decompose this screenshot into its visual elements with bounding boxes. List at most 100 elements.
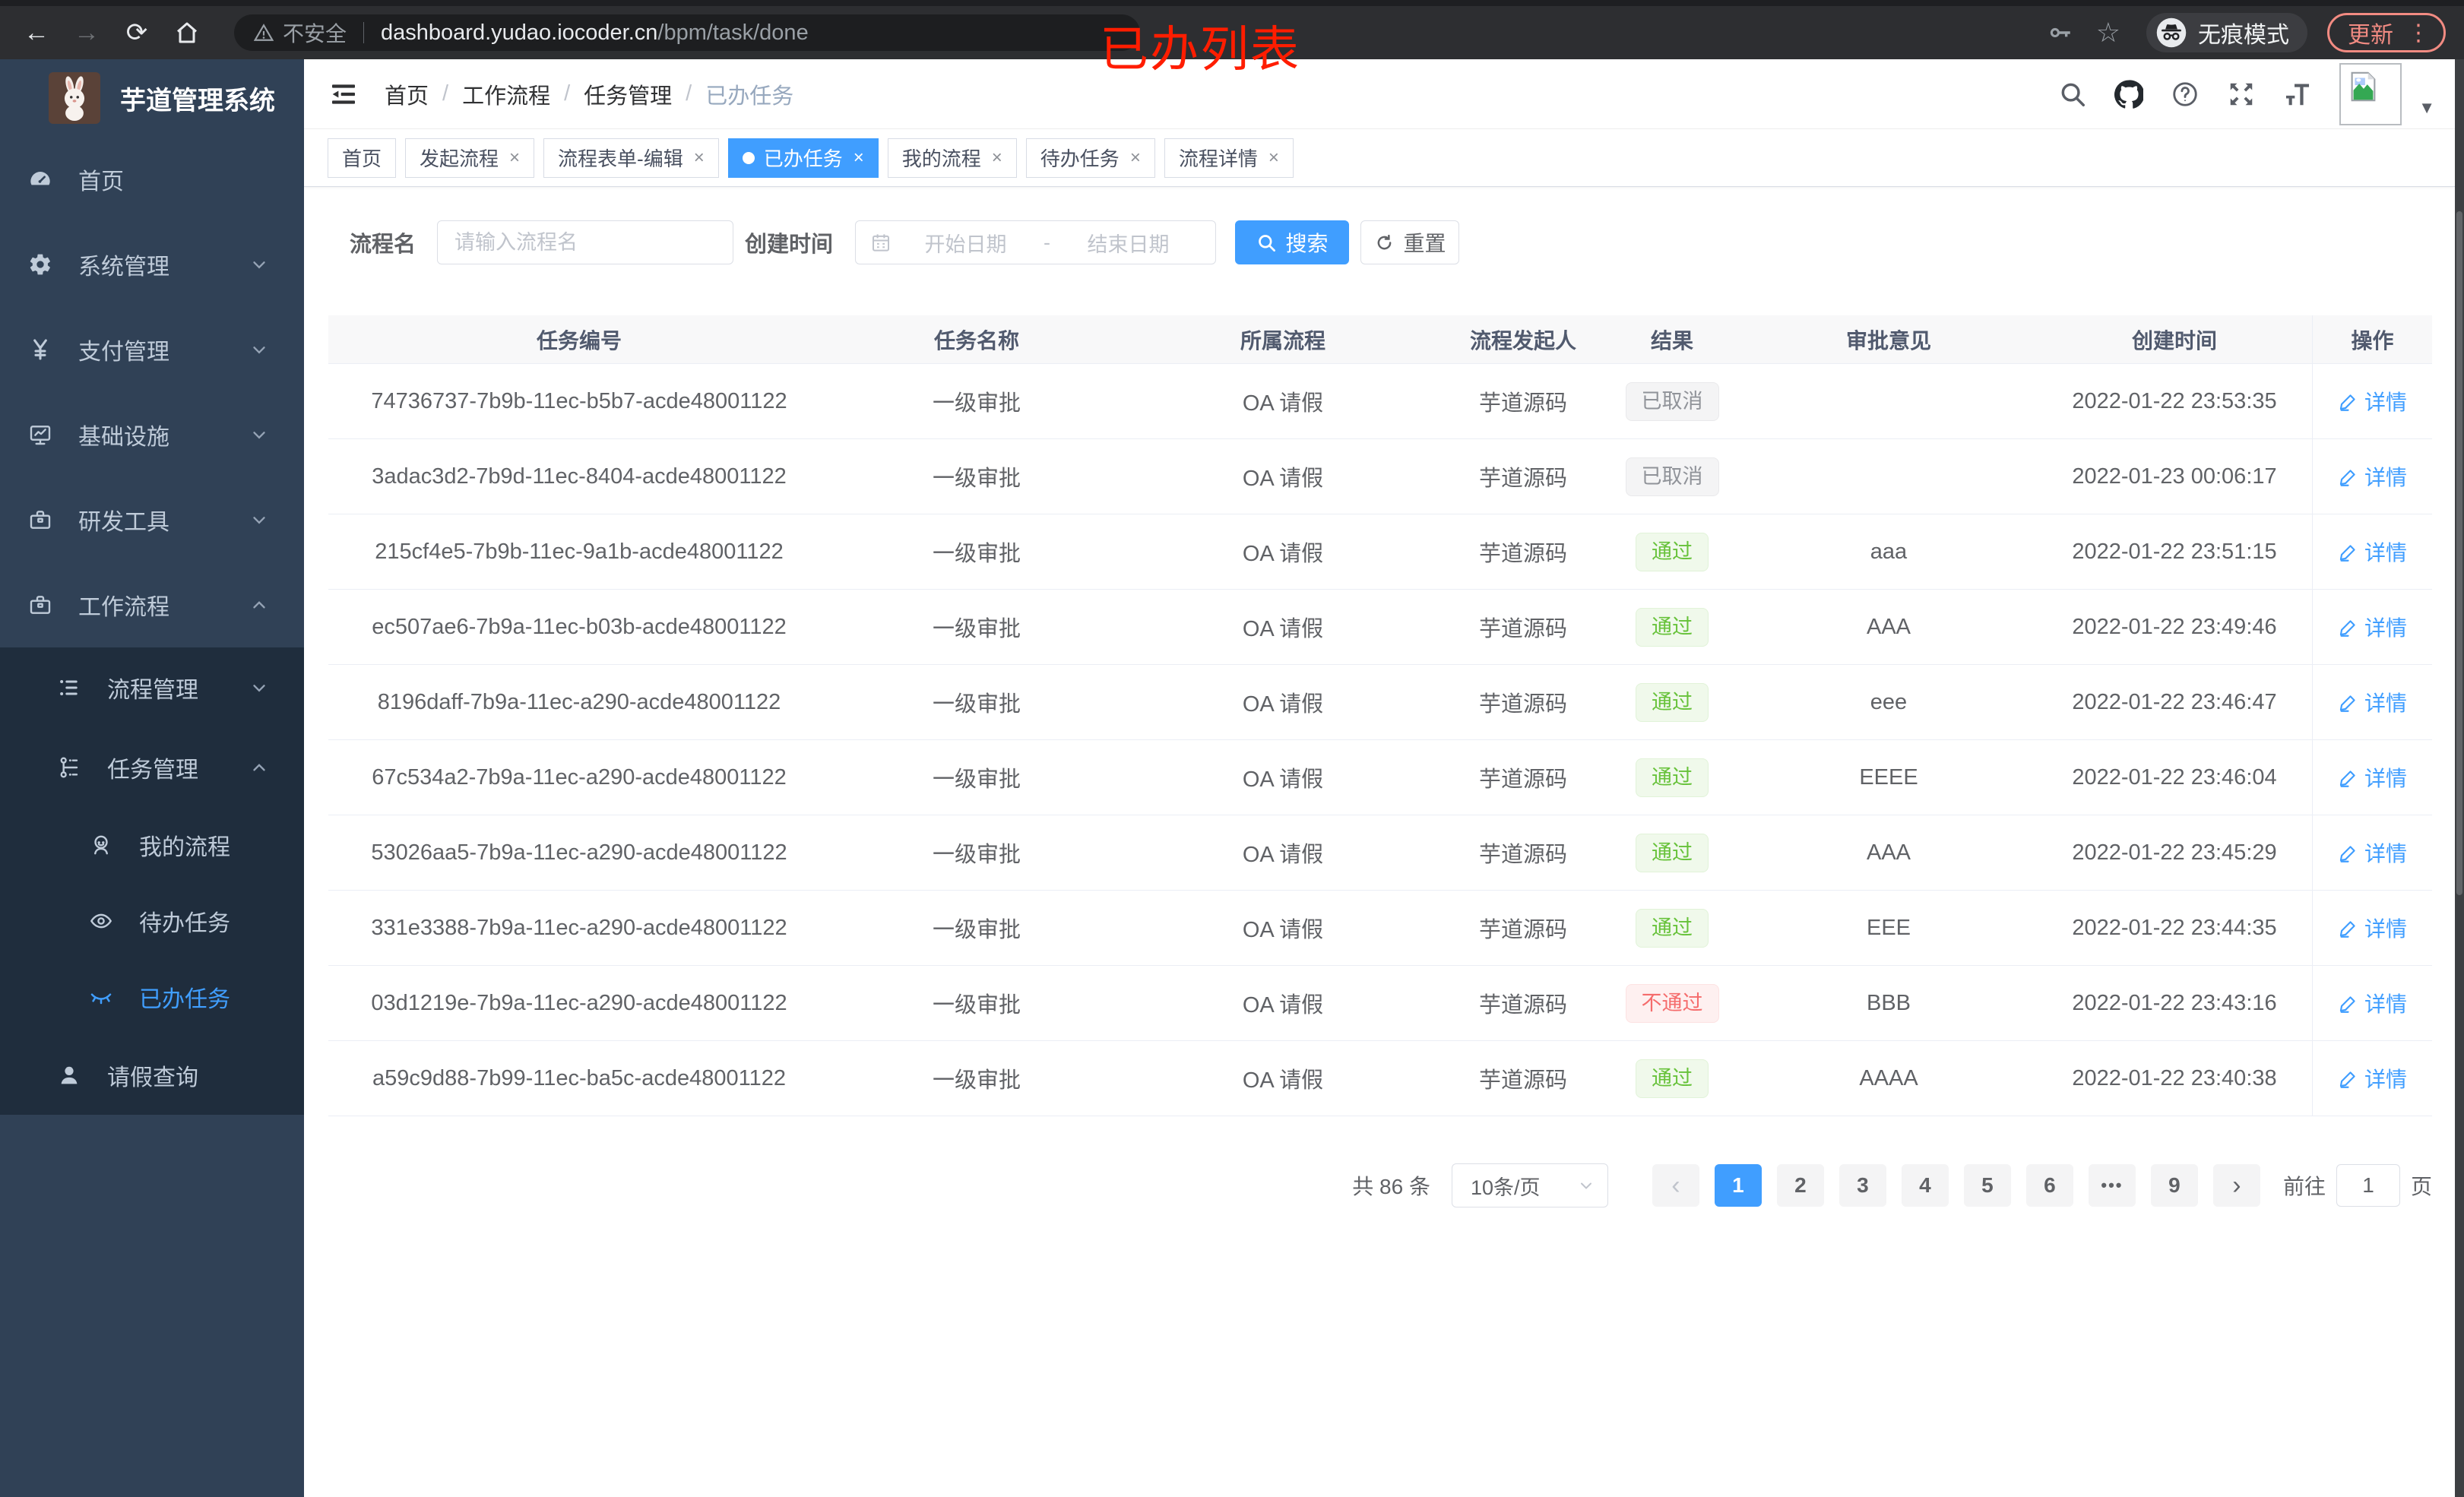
tab-start-process[interactable]: 发起流程 ×	[405, 138, 535, 178]
tab-close-icon[interactable]: ×	[992, 147, 1002, 169]
avatar[interactable]	[2339, 62, 2402, 125]
tab-todo-tasks[interactable]: 待办任务 ×	[1025, 138, 1155, 178]
help-icon[interactable]	[2171, 80, 2200, 109]
tab-close-icon[interactable]: ×	[1130, 147, 1141, 169]
starter-cell: 芋道源码	[1478, 692, 1567, 717]
goto-page-input[interactable]	[2336, 1164, 2400, 1207]
detail-link[interactable]: 详情	[2338, 461, 2407, 492]
detail-link[interactable]: 详情	[2338, 612, 2407, 642]
sidebar-item-my-process[interactable]: 我的流程	[0, 807, 304, 883]
sidebar-item-label: 支付管理	[78, 340, 169, 365]
page-button-6[interactable]: 6	[2025, 1164, 2073, 1207]
column-header: 操作	[2312, 315, 2432, 363]
tab-my-process[interactable]: 我的流程 ×	[887, 138, 1017, 178]
prev-page-button[interactable]: ‹	[1652, 1164, 1699, 1207]
detail-link[interactable]: 详情	[2338, 386, 2407, 416]
detail-link[interactable]: 详情	[2338, 536, 2407, 567]
calendar-icon	[869, 231, 892, 254]
tab-close-icon[interactable]: ×	[509, 147, 520, 169]
detail-link[interactable]: 详情	[2338, 837, 2407, 868]
detail-link[interactable]: 详情	[2338, 988, 2407, 1018]
starter-cell: 芋道源码	[1478, 542, 1567, 566]
page-more-button[interactable]: •••	[2088, 1164, 2136, 1207]
table-row: ec507ae6-7b9a-11ec-b03b-acde48001122 一级审批…	[328, 590, 2432, 665]
tab-close-icon[interactable]: ×	[1268, 147, 1279, 169]
closed-eye-icon	[89, 985, 113, 1009]
sidebar-item-infrastructure[interactable]: 基础设施	[0, 392, 304, 477]
sidebar-item-process-mgmt[interactable]: 流程管理	[0, 647, 304, 727]
list-icon	[57, 676, 81, 700]
create-time-cell: 2022-01-22 23:44:35	[2072, 915, 2277, 940]
sidebar-item-home[interactable]: 首页	[0, 137, 304, 222]
browser-forward-icon[interactable]: →	[73, 19, 100, 46]
bookmark-star-icon[interactable]: ☆	[2096, 19, 2120, 46]
detail-link-label: 详情	[2364, 391, 2407, 414]
browser-back-icon[interactable]: ←	[23, 19, 50, 46]
sidebar-toggle-icon[interactable]	[328, 79, 359, 109]
browser-update-button[interactable]: 更新 ⋮	[2327, 13, 2446, 52]
page-scrollbar[interactable]	[2455, 59, 2464, 1497]
tab-form-edit[interactable]: 流程表单-编辑 ×	[543, 138, 719, 178]
browser-reload-icon[interactable]: ⟳	[123, 19, 150, 46]
page-button-9[interactable]: 9	[2150, 1164, 2198, 1207]
active-tab-dot	[742, 151, 755, 164]
not-secure-warning-icon	[254, 23, 274, 43]
password-key-icon[interactable]	[2048, 20, 2073, 46]
page-button-3[interactable]: 3	[1838, 1164, 1886, 1207]
sidebar-item-system-mgmt[interactable]: 系统管理	[0, 222, 304, 307]
breadcrumb-item[interactable]: 工作流程	[462, 78, 550, 110]
reset-button[interactable]: 重置	[1360, 220, 1460, 264]
task-id-cell: ec507ae6-7b9a-11ec-b03b-acde48001122	[372, 614, 787, 639]
detail-link[interactable]: 详情	[2338, 913, 2407, 943]
yen-icon	[28, 337, 52, 362]
column-header: 任务编号	[536, 328, 622, 353]
app-logo-row[interactable]: 芋道管理系统	[0, 59, 304, 137]
page-size-select[interactable]: 10条/页	[1451, 1163, 1608, 1207]
date-range-picker[interactable]: 开始日期 - 结束日期	[855, 220, 1217, 264]
github-icon[interactable]	[2114, 79, 2144, 109]
search-button[interactable]: 搜索	[1235, 220, 1350, 264]
address-bar[interactable]: 不安全 dashboard.yudao.iocoder.cn /bpm/task…	[234, 14, 1140, 51]
process-name-input[interactable]	[437, 220, 734, 264]
task-id-cell: 215cf4e5-7b9b-11ec-9a1b-acde48001122	[375, 539, 784, 564]
pagination: 共 86 条 10条/页 ‹ 123456 ••• 9 › 前往 页	[328, 1163, 2432, 1207]
browser-menu-dots-icon[interactable]: ⋮	[2407, 20, 2430, 46]
browser-home-icon[interactable]	[173, 19, 201, 46]
sidebar-item-done-tasks[interactable]: 已办任务	[0, 959, 304, 1035]
table-row: 8196daff-7b9a-11ec-a290-acde48001122 一级审批…	[328, 665, 2432, 740]
sidebar-item-task-mgmt[interactable]: 任务管理	[0, 727, 304, 807]
detail-link-label: 详情	[2364, 917, 2407, 941]
page-button-4[interactable]: 4	[1901, 1164, 1949, 1207]
detail-link[interactable]: 详情	[2338, 687, 2407, 717]
detail-link[interactable]: 详情	[2338, 762, 2407, 793]
sidebar-item-leave-query[interactable]: 请假查询	[0, 1035, 304, 1115]
scrollbar-thumb[interactable]	[2456, 211, 2462, 895]
avatar-caret-down-icon[interactable]: ▼	[2418, 98, 2435, 118]
font-size-icon[interactable]	[2283, 80, 2312, 109]
detail-link[interactable]: 详情	[2338, 1063, 2407, 1093]
sidebar-item-label: 任务管理	[107, 757, 198, 783]
page-button-5[interactable]: 5	[1963, 1164, 2011, 1207]
tab-home[interactable]: 首页	[328, 138, 397, 178]
next-page-button[interactable]: ›	[2212, 1164, 2260, 1207]
fullscreen-icon[interactable]	[2227, 80, 2256, 109]
sidebar-item-payment-mgmt[interactable]: 支付管理	[0, 307, 304, 392]
chevron-down-icon	[249, 425, 269, 445]
sidebar-item-todo-tasks[interactable]: 待办任务	[0, 883, 304, 959]
breadcrumb-item[interactable]: 首页	[385, 78, 429, 110]
tab-close-icon[interactable]: ×	[854, 147, 864, 169]
column-header: 流程发起人	[1469, 328, 1576, 353]
sidebar-item-dev-tools[interactable]: 研发工具	[0, 477, 304, 562]
table-row: 67c534a2-7b9a-11ec-a290-acde48001122 一级审批…	[328, 740, 2432, 815]
task-id-cell: 331e3388-7b9a-11ec-a290-acde48001122	[371, 915, 787, 940]
tab-close-icon[interactable]: ×	[694, 147, 705, 169]
task-name-cell: 一级审批	[932, 391, 1021, 416]
result-cell: 通过	[1604, 908, 1740, 948]
page-button-2[interactable]: 2	[1776, 1164, 1824, 1207]
page-button-1[interactable]: 1	[1714, 1164, 1762, 1207]
sidebar-item-workflow[interactable]: 工作流程	[0, 562, 304, 647]
breadcrumb-item[interactable]: 任务管理	[584, 78, 672, 110]
tab-process-detail[interactable]: 流程详情 ×	[1164, 138, 1294, 178]
header-search-icon[interactable]	[2058, 80, 2087, 109]
tab-done-tasks[interactable]: 已办任务 ×	[727, 138, 879, 178]
